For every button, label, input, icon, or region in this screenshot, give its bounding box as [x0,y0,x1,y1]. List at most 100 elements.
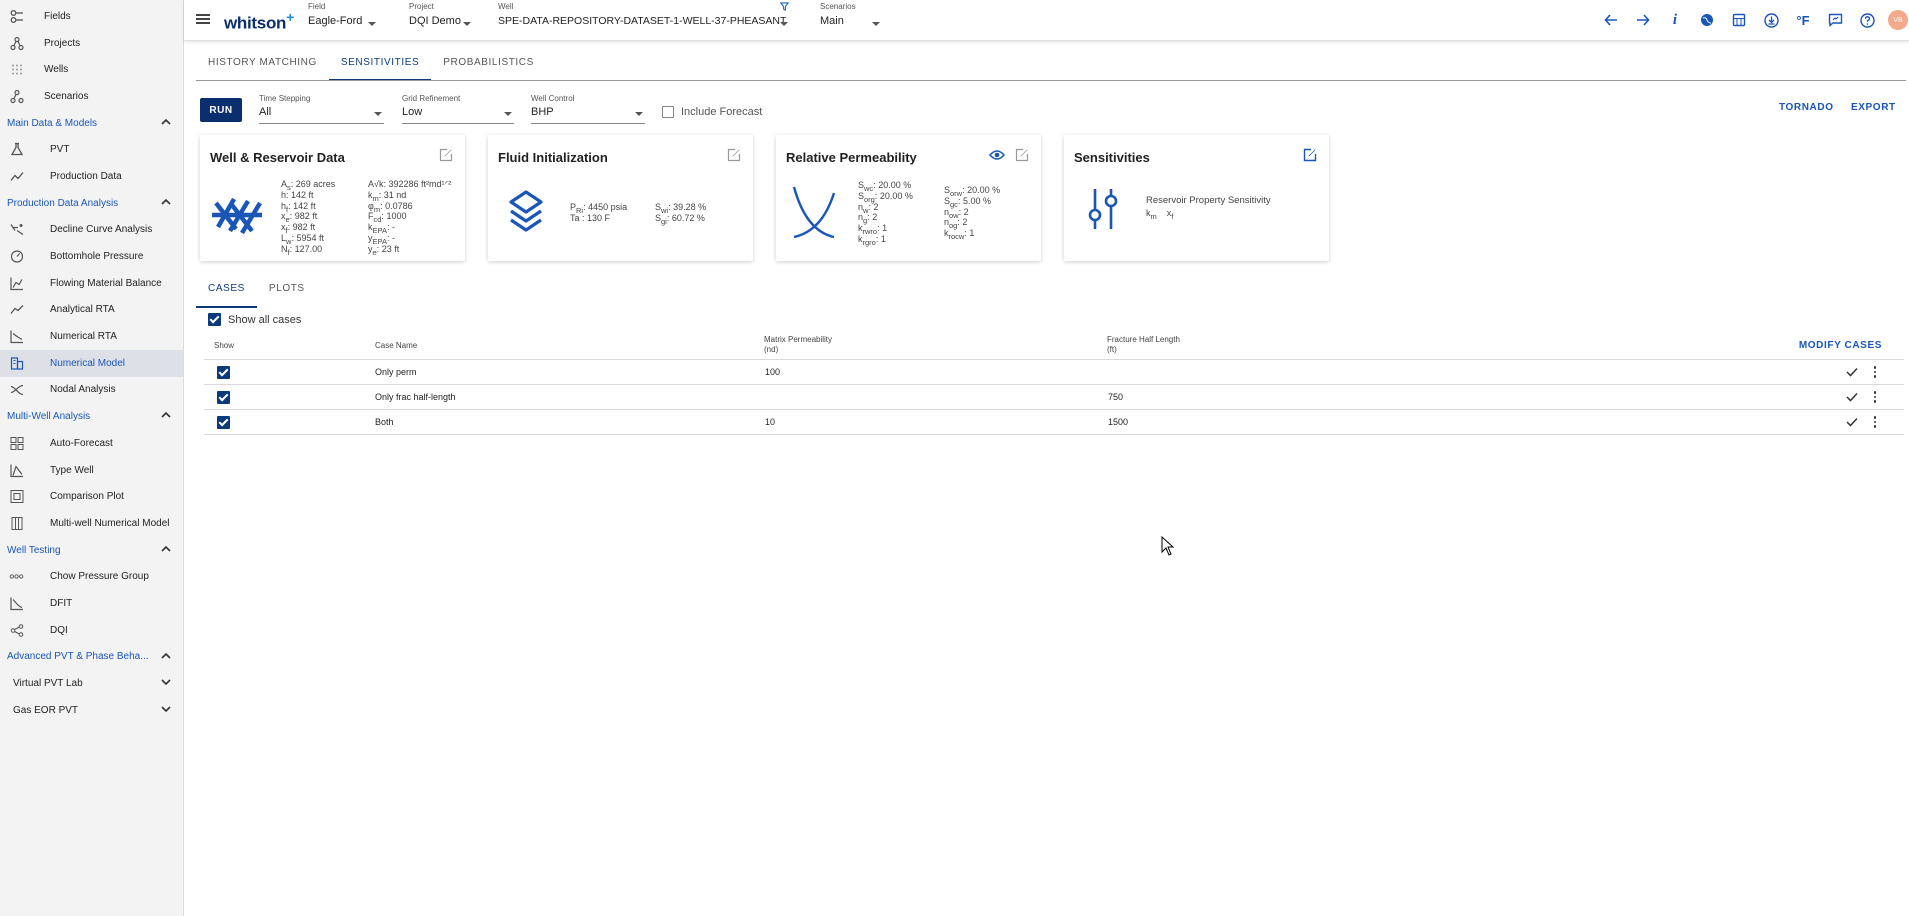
well-reservoir-left-values: As: 269 acres h: 142 ft hf: 142 ft xe: 9… [281,179,335,257]
check-icon[interactable] [1846,367,1858,377]
sidebar-section-production-analysis[interactable]: Production Data Analysis [0,190,183,217]
sidebar-item-decline-curve-analysis[interactable]: Decline Curve Analysis [0,217,183,244]
sidebar-item-scenarios[interactable]: Scenarios [0,83,183,110]
edit-icon[interactable] [1303,148,1317,162]
sidebar-section-multi-well[interactable]: Multi-Well Analysis [0,403,183,430]
modify-cases-button[interactable]: MODIFY CASES [1799,340,1882,351]
checkbox-unchecked[interactable] [662,106,674,118]
info-icon[interactable]: i [1664,10,1686,30]
sidebar-item-chow-pressure-group[interactable]: Chow Pressure Group [0,563,183,590]
value-hf: 142 ft [293,200,316,211]
cell-frac-half: 750 [1108,392,1124,402]
more-vert-icon[interactable] [1872,390,1878,404]
more-vert-icon[interactable] [1872,415,1878,429]
time-stepping-select[interactable]: Time Stepping All [259,94,384,124]
download-icon[interactable] [1760,10,1782,30]
sidebar-item-numerical-rta[interactable]: Numerical RTA [0,323,183,350]
sidebar-item-dfit[interactable]: DFIT [0,590,183,617]
show-all-cases-label: Show all cases [228,313,302,326]
header-fracture-half-length: Fracture Half Length (ft) [1107,335,1180,355]
sidebar-item-flowing-material-balance[interactable]: Flowing Material Balance [0,270,183,297]
label-nw: nw: [858,201,874,215]
sidebar-item-auto-forecast[interactable]: Auto-Forecast [0,430,183,457]
well-value: SPE-DATA-REPOSITORY-DATASET-1-WELL-37-PH… [498,15,787,27]
sidebar-item-wells[interactable]: Wells [0,56,183,83]
feedback-icon[interactable] [1824,10,1846,30]
run-button[interactable]: RUN [200,98,242,122]
label-ye: ye: [368,243,382,257]
edit-icon[interactable] [1015,148,1029,162]
scenario-select[interactable]: Scenarios Main [820,2,880,38]
sidebar-item-fields[interactable]: Fields [0,3,183,30]
sidebar-item-label: Analytical RTA [50,304,115,316]
arrow-left-icon[interactable] [1600,10,1622,30]
sidebar-item-analytical-rta[interactable]: Analytical RTA [0,297,183,324]
sidebar-section-advanced-pvt[interactable]: Advanced PVT & Phase Beha... [0,644,183,671]
temperature-unit-icon[interactable]: °F [1792,10,1814,30]
label-a-sqrt-k: A√k: [368,179,389,189]
sidebar-item-nodal-analysis[interactable]: Nodal Analysis [0,377,183,404]
more-vert-icon[interactable] [1872,365,1878,379]
label-krgro: krgro: [858,233,881,247]
sidebar-item-dqi[interactable]: DQI [0,617,183,644]
row-show-checkbox[interactable] [217,366,230,379]
edit-icon[interactable] [439,148,453,162]
sidebar-item-numerical-model[interactable]: Numerical Model [0,349,183,377]
tab-sensitivities[interactable]: SENSITIVITIES [328,51,432,81]
tabs-divider [196,80,1906,81]
card-fluid-initialization: Fluid Initialization PRi: 4450 psia Ta :… [488,135,753,261]
sidebar-item-label: Scenarios [44,90,89,102]
tab-history-matching[interactable]: HISTORY MATCHING [196,51,329,81]
grid-refinement-value: Low [402,106,423,118]
globe-icon[interactable] [1696,10,1718,30]
calculator-icon[interactable] [1728,10,1750,30]
chart-decline-icon [9,329,24,344]
well-select[interactable]: Well SPE-DATA-REPOSITORY-DATASET-1-WELL-… [498,2,788,38]
well-caption: Well [498,2,514,11]
row-show-checkbox[interactable] [217,391,230,404]
table-row: Both 10 1500 [204,410,1904,435]
user-avatar[interactable]: VB [1888,10,1908,30]
export-button[interactable]: EXPORT [1851,102,1896,113]
filter-icon[interactable] [779,2,790,13]
grid-refinement-select[interactable]: Grid Refinement Low [402,94,514,124]
sidebar-item-multi-well-numerical-model[interactable]: Multi-well Numerical Model [0,510,183,537]
well-control-select[interactable]: Well Control BHP [531,94,645,124]
edit-icon[interactable] [727,148,741,162]
field-select[interactable]: Field Eagle-Ford [308,2,376,38]
tornado-button[interactable]: TORNADO [1779,102,1834,113]
check-icon[interactable] [1846,392,1858,402]
sidebar-item-label: Nodal Analysis [50,384,116,396]
project-select[interactable]: Project DQI Demo [409,2,471,38]
eye-icon[interactable] [989,149,1005,161]
sidebar-item-projects[interactable]: Projects [0,30,183,57]
menu-icon[interactable] [196,12,210,26]
sidebar-item-production-data[interactable]: Production Data [0,163,183,190]
checkbox-checked[interactable] [208,313,221,326]
tab-plots[interactable]: PLOTS [257,280,317,308]
include-forecast-checkbox[interactable]: Include Forecast [662,106,762,118]
header-show: Show [214,341,235,350]
show-all-cases-checkbox[interactable]: Show all cases [208,313,301,326]
sidebar-section-gas-eor-pvt[interactable]: Gas EOR PVT [0,697,183,724]
sidebar-item-type-well[interactable]: Type Well [0,457,183,484]
sidebar-item-pvt[interactable]: PVT [0,136,183,163]
tab-probabilistics[interactable]: PROBABILISTICS [431,51,546,81]
sidebar-section-main-data[interactable]: Main Data & Models [0,110,183,137]
check-icon[interactable] [1846,417,1858,427]
value-nw: 2 [873,201,879,212]
sidebar-item-bottomhole-pressure[interactable]: Bottomhole Pressure [0,243,183,270]
row-show-checkbox[interactable] [217,416,230,429]
value-swc: 20.00 % [878,180,912,190]
section-label: Gas EOR PVT [13,704,79,716]
sidebar-item-comparison-plot[interactable]: Comparison Plot [0,483,183,510]
tab-cases[interactable]: CASES [196,280,257,308]
sidebar-section-well-testing[interactable]: Well Testing [0,537,183,564]
label-sgi: Sgi: [655,212,672,226]
app-logo[interactable]: whitson+ [224,9,294,34]
label-phi: φm: [368,200,386,214]
section-label: Multi-Well Analysis [7,411,91,423]
sidebar-section-virtual-pvt-lab[interactable]: Virtual PVT Lab [0,670,183,697]
help-icon[interactable] [1856,10,1878,30]
arrow-right-icon[interactable] [1632,10,1654,30]
